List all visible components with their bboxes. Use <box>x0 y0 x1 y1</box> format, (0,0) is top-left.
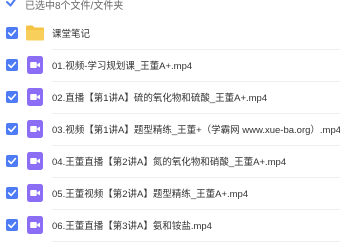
check-icon <box>8 125 17 133</box>
check-icon <box>6 0 16 7</box>
row-checkbox[interactable] <box>6 27 18 39</box>
file-name: 02.直播【第1讲A】硫的氧化物和硫酸_王董A+.mp4 <box>52 93 268 104</box>
row-checkbox[interactable] <box>6 91 18 103</box>
row-checkbox[interactable] <box>6 59 18 71</box>
check-icon <box>8 189 17 197</box>
selection-header: 已选中8个文件/文件夹 <box>0 0 340 12</box>
check-icon <box>8 157 17 165</box>
file-row[interactable]: 03.视频【第1讲A】题型精练_王董+（学霸网 www.xue-ba.org）.… <box>0 114 340 146</box>
file-name: 04.王董直播【第2讲A】氮的氧化物和硝酸_王董A+.mp4 <box>52 157 287 168</box>
file-name: 03.视频【第1讲A】题型精练_王董+（学霸网 www.xue-ba.org）.… <box>52 125 340 136</box>
check-icon <box>8 61 17 69</box>
file-name: 课堂笔记 <box>52 29 91 40</box>
video-file-icon <box>25 183 45 203</box>
row-checkbox[interactable] <box>6 123 18 135</box>
check-icon <box>8 29 17 37</box>
select-all-checkbox[interactable] <box>5 0 18 9</box>
row-divider <box>52 241 340 242</box>
video-file-icon <box>25 215 45 235</box>
file-name: 06.王董直播【第3讲A】氨和铵盐.mp4 <box>52 221 212 232</box>
file-row[interactable]: 04.王董直播【第2讲A】氮的氧化物和硝酸_王董A+.mp4 <box>0 146 340 178</box>
file-row[interactable]: 06.王董直播【第3讲A】氨和铵盐.mp4 <box>0 210 340 242</box>
check-icon <box>8 93 17 101</box>
file-name: 01.视频-学习规划课_王董A+.mp4 <box>52 61 193 72</box>
file-row[interactable]: 02.直播【第1讲A】硫的氧化物和硫酸_王董A+.mp4 <box>0 82 340 114</box>
row-checkbox[interactable] <box>6 187 18 199</box>
row-checkbox[interactable] <box>6 219 18 231</box>
file-row[interactable]: 01.视频-学习规划课_王董A+.mp4 <box>0 50 340 82</box>
selection-count-label: 已选中8个文件/文件夹 <box>25 1 124 12</box>
video-file-icon <box>25 151 45 171</box>
row-checkbox[interactable] <box>6 155 18 167</box>
video-file-icon <box>25 119 45 139</box>
file-name: 05.王董视频【第2讲A】题型精练_王董A+.mp4 <box>52 189 249 200</box>
folder-icon <box>25 23 45 43</box>
file-row[interactable]: 05.王董视频【第2讲A】题型精练_王董A+.mp4 <box>0 178 340 210</box>
video-file-icon <box>25 55 45 75</box>
folder-row[interactable]: 课堂笔记 <box>0 18 340 50</box>
video-file-icon <box>25 87 45 107</box>
check-icon <box>8 221 17 229</box>
